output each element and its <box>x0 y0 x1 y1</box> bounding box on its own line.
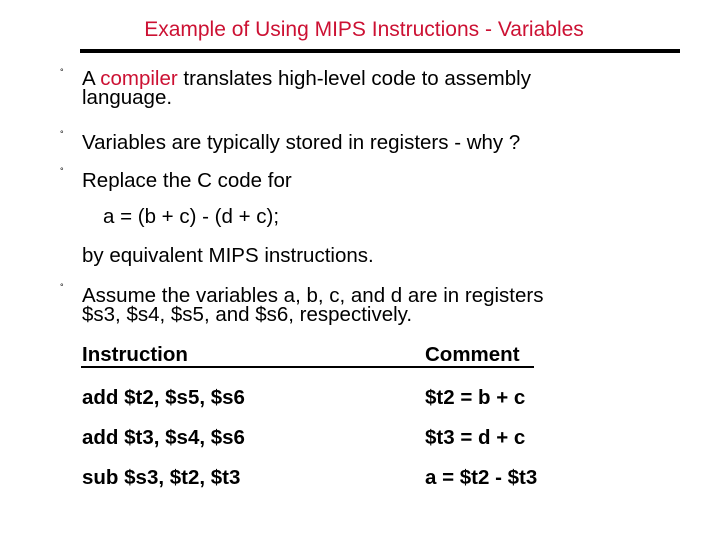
c-code-line: a = (b + c) - (d + c); <box>103 205 280 228</box>
bullet-icon: ° <box>60 282 64 292</box>
comment-cell: $t2 = b + c <box>425 386 526 409</box>
comment-cell: a = $t2 - $t3 <box>425 466 538 489</box>
header-underline <box>81 366 534 368</box>
slide-title: Example of Using MIPS Instructions - Var… <box>144 18 584 41</box>
comment-cell: $t3 = d + c <box>425 426 526 449</box>
bullet-2-text: Variables are typically stored in regist… <box>82 131 521 154</box>
instruction-cell: add $t2, $s5, $s6 <box>82 386 245 409</box>
bullet-3-text: Replace the C code for <box>82 169 292 192</box>
bullet-4-line-2: $s3, $s4, $s5, and $s6, respectively. <box>82 303 413 326</box>
bullet-1-line-2: language. <box>82 86 173 109</box>
bullet-1-rest: translates high-level code to assembly <box>177 67 531 90</box>
bullet-icon: ° <box>60 166 64 176</box>
header-comment: Comment <box>425 343 520 366</box>
bullet-3-line-3: by equivalent MIPS instructions. <box>82 244 374 267</box>
instruction-cell: sub $s3, $t2, $t3 <box>82 466 241 489</box>
bullet-icon: ° <box>60 67 64 77</box>
bullet-icon: ° <box>60 129 64 139</box>
header-instruction: Instruction <box>82 343 188 366</box>
title-divider <box>80 49 680 53</box>
instruction-cell: add $t3, $s4, $s6 <box>82 426 245 449</box>
